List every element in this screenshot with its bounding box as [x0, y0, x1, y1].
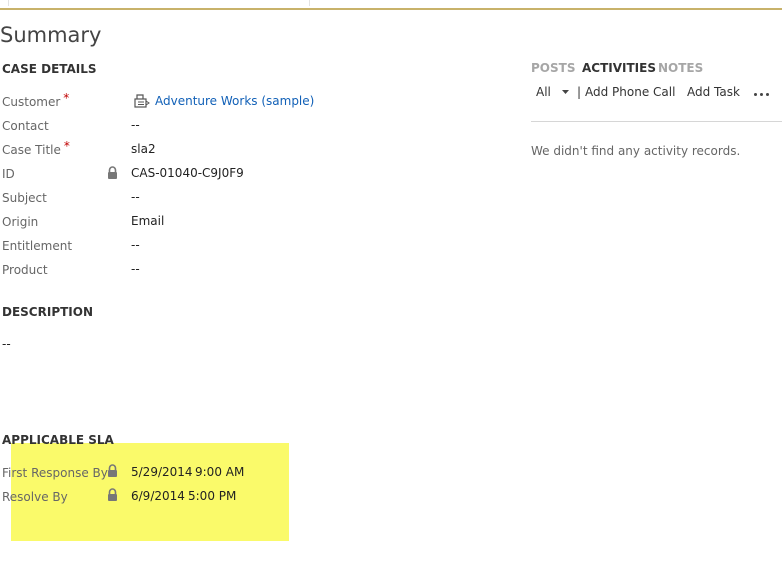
add-phone-call-button[interactable]: Add Phone Call — [585, 85, 675, 99]
case-title-field[interactable]: sla2 — [131, 142, 156, 156]
header-accent-rule — [0, 8, 782, 10]
customer-label: Customer * — [2, 91, 70, 109]
lock-icon — [108, 166, 117, 179]
customer-lookup-link[interactable]: Adventure Works (sample) — [155, 94, 314, 108]
activities-divider — [531, 121, 782, 122]
subject-label: Subject — [2, 191, 47, 205]
entitlement-label: Entitlement — [2, 239, 73, 253]
applicable-sla-heading: APPLICABLE SLA — [2, 433, 114, 447]
case-title-label: Case Title * — [2, 139, 70, 157]
origin-field[interactable]: Email — [131, 214, 164, 228]
product-field[interactable]: -- — [131, 262, 140, 276]
tab-notes[interactable]: NOTES — [658, 61, 703, 75]
tab-posts[interactable]: POSTS — [531, 61, 575, 75]
description-field[interactable]: -- — [2, 337, 11, 351]
id-label: ID — [2, 167, 15, 181]
lock-icon — [108, 488, 117, 501]
product-label: Product — [2, 263, 48, 277]
resolve-by-date: 6/9/2014 — [131, 489, 185, 503]
chevron-down-icon[interactable] — [562, 90, 569, 95]
header-divider — [309, 0, 310, 6]
first-response-by-date: 5/29/2014 — [131, 465, 193, 479]
required-marker: * — [63, 91, 70, 105]
entitlement-field[interactable]: -- — [131, 238, 140, 252]
header-divider — [8, 0, 9, 6]
required-marker: * — [63, 139, 70, 153]
empty-activities-message: We didn't find any activity records. — [531, 144, 741, 158]
lock-icon — [108, 464, 117, 477]
contact-label: Contact — [2, 119, 49, 133]
activity-filter-select[interactable]: All — [536, 85, 551, 99]
page-title: Summary — [0, 23, 102, 47]
case-details-heading: CASE DETAILS — [2, 62, 97, 76]
origin-label: Origin — [2, 215, 39, 229]
id-field: CAS-01040-C9J0F9 — [131, 166, 244, 180]
first-response-by-label: First Response By — [2, 466, 108, 480]
add-task-button[interactable]: Add Task — [687, 85, 740, 99]
account-icon — [134, 94, 150, 108]
contact-field[interactable]: -- — [131, 118, 140, 132]
resolve-by-label: Resolve By — [2, 490, 68, 504]
toolbar-separator: | — [577, 85, 582, 99]
subject-field[interactable]: -- — [131, 190, 140, 204]
first-response-by-time: 9:00 AM — [195, 465, 245, 479]
description-heading: DESCRIPTION — [2, 305, 94, 319]
resolve-by-time: 5:00 PM — [188, 489, 237, 503]
tab-activities[interactable]: ACTIVITIES — [582, 61, 656, 75]
